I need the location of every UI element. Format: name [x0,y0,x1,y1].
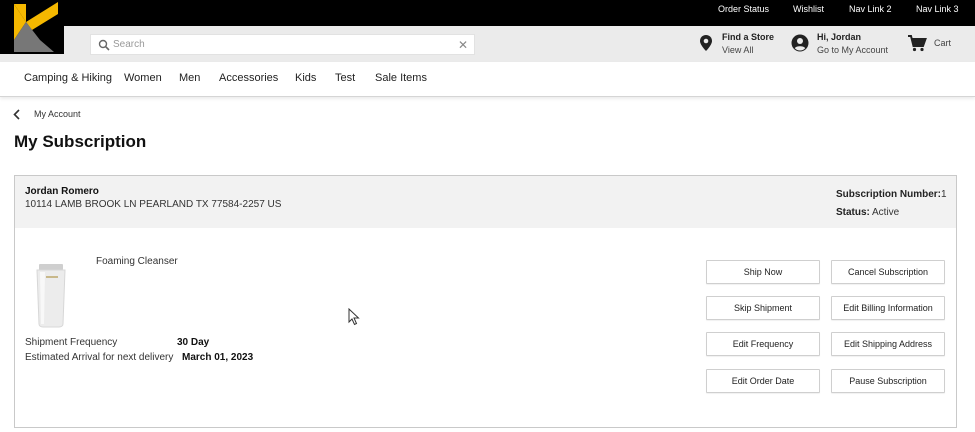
status-label: Status: [836,207,870,218]
estimated-arrival-label: Estimated Arrival for next delivery [25,352,174,363]
account-subtitle: Go to My Account [817,45,889,55]
page-title: My Subscription [14,132,147,151]
account-menu[interactable]: Hi, Jordan Go to My Account [791,31,891,59]
shipment-frequency-label: Shipment Frequency [25,337,118,348]
mouse-cursor-icon [348,308,360,326]
nav-accessories[interactable]: Accessories [219,72,278,84]
estimated-arrival-value: March 01, 2023 [182,352,254,363]
edit-billing-button[interactable]: Edit Billing Information [831,296,945,320]
search-input[interactable] [113,37,443,52]
customer-name: Jordan Romero [25,186,99,197]
top-link-nav-link-2[interactable]: Nav Link 2 [849,0,892,26]
category-nav: Camping & Hiking Women Men Accessories K… [0,62,975,97]
nav-sale-items[interactable]: Sale Items [375,72,427,84]
edit-order-date-button[interactable]: Edit Order Date [706,369,820,393]
location-pin-icon [700,35,712,51]
find-a-store[interactable]: Find a Store View All [697,31,782,59]
nav-kids[interactable]: Kids [295,72,316,84]
account-greeting: Hi, Jordan [817,32,862,42]
subscription-number-label: Subscription Number: [836,189,942,200]
subscription-card: Jordan Romero 10114 LAMB BROOK LN PEARLA… [14,175,957,428]
user-icon [791,34,809,52]
close-icon[interactable]: ✕ [458,38,468,52]
status-value: Active [872,207,900,218]
cart-label: Cart [934,38,952,48]
nav-men[interactable]: Men [179,72,200,84]
cart-icon [908,35,927,52]
shipment-frequency-value: 30 Day [177,337,210,348]
cart-button[interactable]: Cart [907,31,957,59]
ship-now-button[interactable]: Ship Now [706,260,820,284]
top-link-nav-link-3[interactable]: Nav Link 3 [916,0,959,26]
logo-icon [0,0,64,54]
nav-women[interactable]: Women [124,72,162,84]
product-name: Foaming Cleanser [96,256,178,267]
store-subtitle: View All [722,45,754,55]
pause-subscription-button[interactable]: Pause Subscription [831,369,945,393]
subscription-number: 1 [941,189,947,200]
edit-shipping-address-button[interactable]: Edit Shipping Address [831,332,945,356]
skip-shipment-button[interactable]: Skip Shipment [706,296,820,320]
cancel-subscription-button[interactable]: Cancel Subscription [831,260,945,284]
store-title: Find a Store [722,32,775,42]
chevron-left-icon [13,109,20,120]
nav-camping-hiking[interactable]: Camping & Hiking [24,72,112,84]
main-header: ✕ Find a Store View All Hi, Jordan Go to… [0,26,975,62]
search-box: ✕ [90,34,475,55]
brand-logo[interactable] [0,0,64,54]
product-image [36,264,66,328]
top-link-wishlist[interactable]: Wishlist [793,0,824,26]
subscription-header: Jordan Romero 10114 LAMB BROOK LN PEARLA… [15,176,956,228]
edit-frequency-button[interactable]: Edit Frequency [706,332,820,356]
top-link-order-status[interactable]: Order Status [718,0,769,26]
search-icon [98,39,110,51]
customer-address: 10114 LAMB BROOK LN PEARLAND TX 77584-22… [25,199,282,210]
top-utility-bar: Order Status Wishlist Nav Link 2 Nav Lin… [0,0,975,26]
nav-test[interactable]: Test [335,72,355,84]
breadcrumb-label: My Account [34,109,81,119]
